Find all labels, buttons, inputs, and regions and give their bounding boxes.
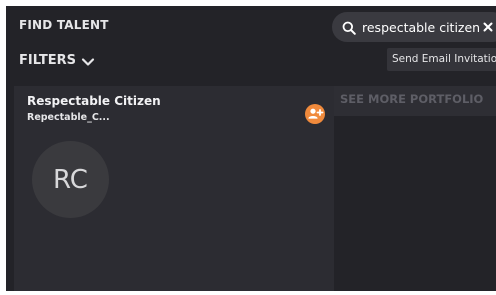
close-icon[interactable] [481,19,495,33]
send-email-invitation-button[interactable]: Send Email Invitation [387,48,496,71]
find-talent-panel: FIND TALENT respectable citizen FILTERS … [6,6,496,291]
add-user-icon[interactable] [305,104,325,124]
filters-toggle[interactable]: FILTERS [19,53,95,68]
talent-card[interactable]: Respectable Citizen Repectable_C... RC [14,86,334,291]
search-input[interactable]: respectable citizen [362,20,480,35]
talent-name[interactable]: Respectable Citizen [27,94,161,108]
avatar[interactable]: RC [32,141,109,218]
chevron-down-icon [81,56,95,66]
page-title: FIND TALENT [19,18,109,32]
search-bar[interactable]: respectable citizen [332,12,496,42]
see-more-portfolio-button[interactable]: SEE MORE PORTFOLIO [334,86,496,116]
filters-label: FILTERS [19,53,76,68]
search-icon [342,20,356,35]
talent-username: Repectable_C... [27,112,110,123]
